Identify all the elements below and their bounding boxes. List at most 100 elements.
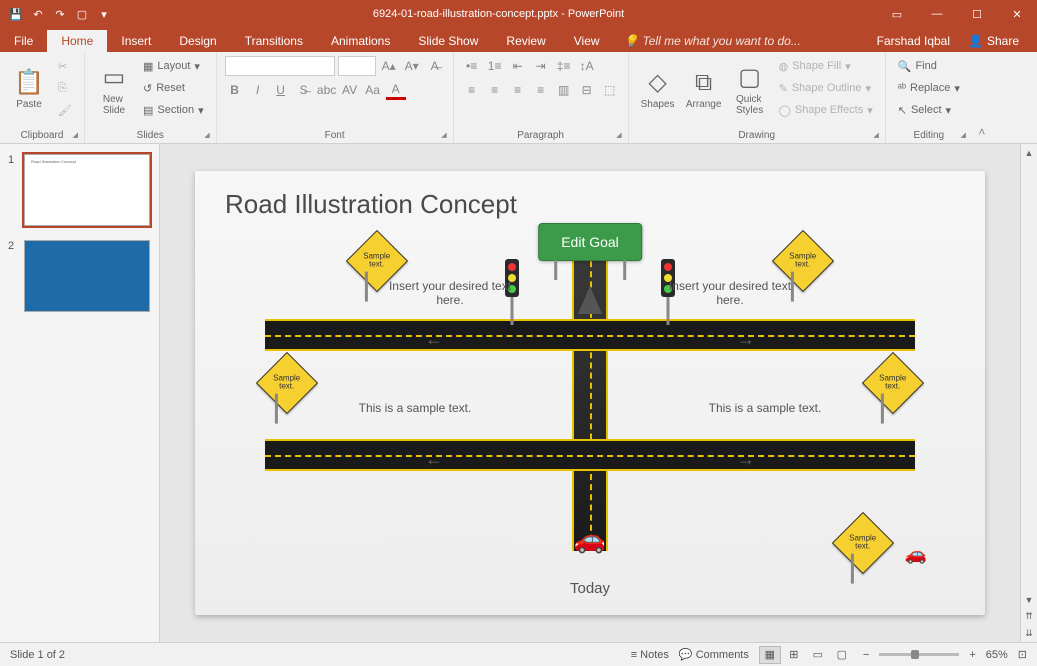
align-left-button[interactable]: ≡ [462, 80, 482, 100]
slide-canvas[interactable]: Road Illustration Concept ← → ← → Edit G… [195, 171, 985, 615]
zoom-in-button[interactable]: + [969, 649, 975, 661]
replace-button[interactable]: ᵃᵇReplace▾ [894, 78, 964, 98]
shapes-button[interactable]: ◇Shapes [637, 56, 679, 122]
tell-me-search[interactable]: 💡 Tell me what you want to do... [614, 30, 811, 52]
text-direction-button[interactable]: ↕A [577, 56, 597, 76]
tab-view[interactable]: View [560, 30, 614, 52]
new-slide-button[interactable]: ▭ New Slide [93, 56, 135, 122]
paste-button[interactable]: 📋 Paste [8, 56, 50, 122]
slide-counter[interactable]: Slide 1 of 2 [10, 649, 65, 661]
change-case-button[interactable]: Aa [363, 80, 383, 100]
save-icon[interactable]: 💾 [8, 6, 24, 22]
justify-button[interactable]: ≡ [531, 80, 551, 100]
tab-animations[interactable]: Animations [317, 30, 404, 52]
align-right-button[interactable]: ≡ [508, 80, 528, 100]
char-spacing-button[interactable]: AV [340, 80, 360, 100]
normal-view-button[interactable]: ▦ [759, 646, 781, 664]
quick-styles-button[interactable]: ▢Quick Styles [729, 56, 771, 122]
goal-sign[interactable]: Edit Goal [538, 223, 642, 261]
reset-button[interactable]: ↺Reset [139, 78, 208, 98]
fit-to-window-button[interactable]: ⊡ [1018, 648, 1027, 661]
prev-slide-button[interactable]: ⇈ [1021, 608, 1037, 625]
align-text-button[interactable]: ⊟ [577, 80, 597, 100]
shadow-button[interactable]: abc [317, 80, 337, 100]
arrange-button[interactable]: ⧉Arrange [683, 56, 725, 122]
smartart-button[interactable]: ⬚ [600, 80, 620, 100]
description-text[interactable]: This is a sample text. [685, 401, 845, 415]
scroll-down-button[interactable]: ▼ [1021, 591, 1037, 608]
minimize-button[interactable]: — [917, 0, 957, 28]
tab-slideshow[interactable]: Slide Show [404, 30, 492, 52]
find-button[interactable]: 🔍Find [894, 56, 964, 76]
maximize-button[interactable]: ☐ [957, 0, 997, 28]
car-icon[interactable]: 🚗 [574, 524, 606, 555]
clear-format-button[interactable]: A̶ [425, 56, 445, 76]
align-center-button[interactable]: ≡ [485, 80, 505, 100]
close-button[interactable]: ✕ [997, 0, 1037, 28]
road-horizontal-top[interactable] [265, 319, 915, 351]
tab-home[interactable]: Home [47, 30, 107, 52]
slide-editor[interactable]: Road Illustration Concept ← → ← → Edit G… [160, 144, 1020, 642]
font-name-combo[interactable] [225, 56, 335, 76]
collapse-ribbon-button[interactable]: ˄ [972, 52, 992, 143]
shape-outline-button[interactable]: ✎Shape Outline▾ [775, 78, 877, 98]
underline-button[interactable]: U [271, 80, 291, 100]
tab-insert[interactable]: Insert [107, 30, 165, 52]
bold-button[interactable]: B [225, 80, 245, 100]
reading-view-button[interactable]: ▭ [807, 646, 829, 664]
ribbon-options-icon[interactable]: ▭ [877, 0, 917, 28]
comments-button[interactable]: 💬 Comments [679, 648, 749, 661]
arrow-right-icon[interactable]: → [737, 449, 755, 470]
grow-font-button[interactable]: A▴ [379, 56, 399, 76]
section-button[interactable]: ▤Section▾ [139, 100, 208, 120]
layout-button[interactable]: ▦Layout▾ [139, 56, 208, 76]
copy-button[interactable]: ⎘ [54, 78, 76, 98]
road-horizontal-bottom[interactable] [265, 439, 915, 471]
italic-button[interactable]: I [248, 80, 268, 100]
tab-file[interactable]: File [0, 30, 47, 52]
sorter-view-button[interactable]: ⊞ [783, 646, 805, 664]
zoom-level[interactable]: 65% [986, 649, 1008, 661]
diamond-sign[interactable]: Sample text. [256, 352, 318, 414]
vertical-scrollbar[interactable]: ▲ ▼ ⇈ ⇊ [1020, 144, 1037, 642]
arrow-left-icon[interactable]: ← [425, 329, 443, 350]
zoom-out-button[interactable]: − [863, 649, 869, 661]
zoom-slider[interactable] [879, 653, 959, 656]
arrow-right-icon[interactable]: → [737, 329, 755, 350]
share-button[interactable]: 👤 Share [960, 30, 1027, 52]
diamond-sign[interactable]: Sample text. [862, 352, 924, 414]
tab-transitions[interactable]: Transitions [231, 30, 317, 52]
arrow-left-icon[interactable]: ← [425, 449, 443, 470]
columns-button[interactable]: ▥ [554, 80, 574, 100]
shrink-font-button[interactable]: A▾ [402, 56, 422, 76]
start-slideshow-icon[interactable]: ▢ [74, 6, 90, 22]
scroll-up-button[interactable]: ▲ [1021, 144, 1037, 161]
description-text[interactable]: Insert your desired text here. [665, 279, 795, 307]
slide-thumbnail-1[interactable]: Road Illustration Concept [24, 154, 150, 226]
cut-button[interactable]: ✂ [54, 56, 76, 76]
slideshow-view-button[interactable]: ▢ [831, 646, 853, 664]
undo-icon[interactable]: ↶ [30, 6, 46, 22]
bullets-button[interactable]: •≡ [462, 56, 482, 76]
line-spacing-button[interactable]: ‡≡ [554, 56, 574, 76]
car-small-icon[interactable]: 🚗 [905, 544, 927, 565]
diamond-sign[interactable]: Sample text. [832, 512, 894, 574]
strikethrough-button[interactable]: S̶ [294, 80, 314, 100]
user-name[interactable]: Farshad Iqbal [877, 34, 950, 48]
shape-fill-button[interactable]: ◍Shape Fill▾ [775, 56, 877, 76]
shape-effects-button[interactable]: ◯Shape Effects▾ [775, 100, 877, 120]
slide-thumbnail-2[interactable] [24, 240, 150, 312]
notes-button[interactable]: ≡ Notes [631, 649, 669, 661]
font-size-combo[interactable] [338, 56, 376, 76]
slide-title[interactable]: Road Illustration Concept [225, 189, 517, 220]
increase-indent-button[interactable]: ⇥ [531, 56, 551, 76]
arrow-up-icon[interactable] [578, 286, 602, 314]
redo-icon[interactable]: ↷ [52, 6, 68, 22]
today-label[interactable]: Today [570, 580, 610, 597]
font-color-button[interactable]: A [386, 80, 406, 100]
qat-dropdown-icon[interactable]: ▾ [96, 6, 112, 22]
description-text[interactable]: Insert your desired text here. [385, 279, 515, 307]
decrease-indent-button[interactable]: ⇤ [508, 56, 528, 76]
format-painter-button[interactable]: 🖌 [54, 100, 76, 120]
description-text[interactable]: This is a sample text. [335, 401, 495, 415]
